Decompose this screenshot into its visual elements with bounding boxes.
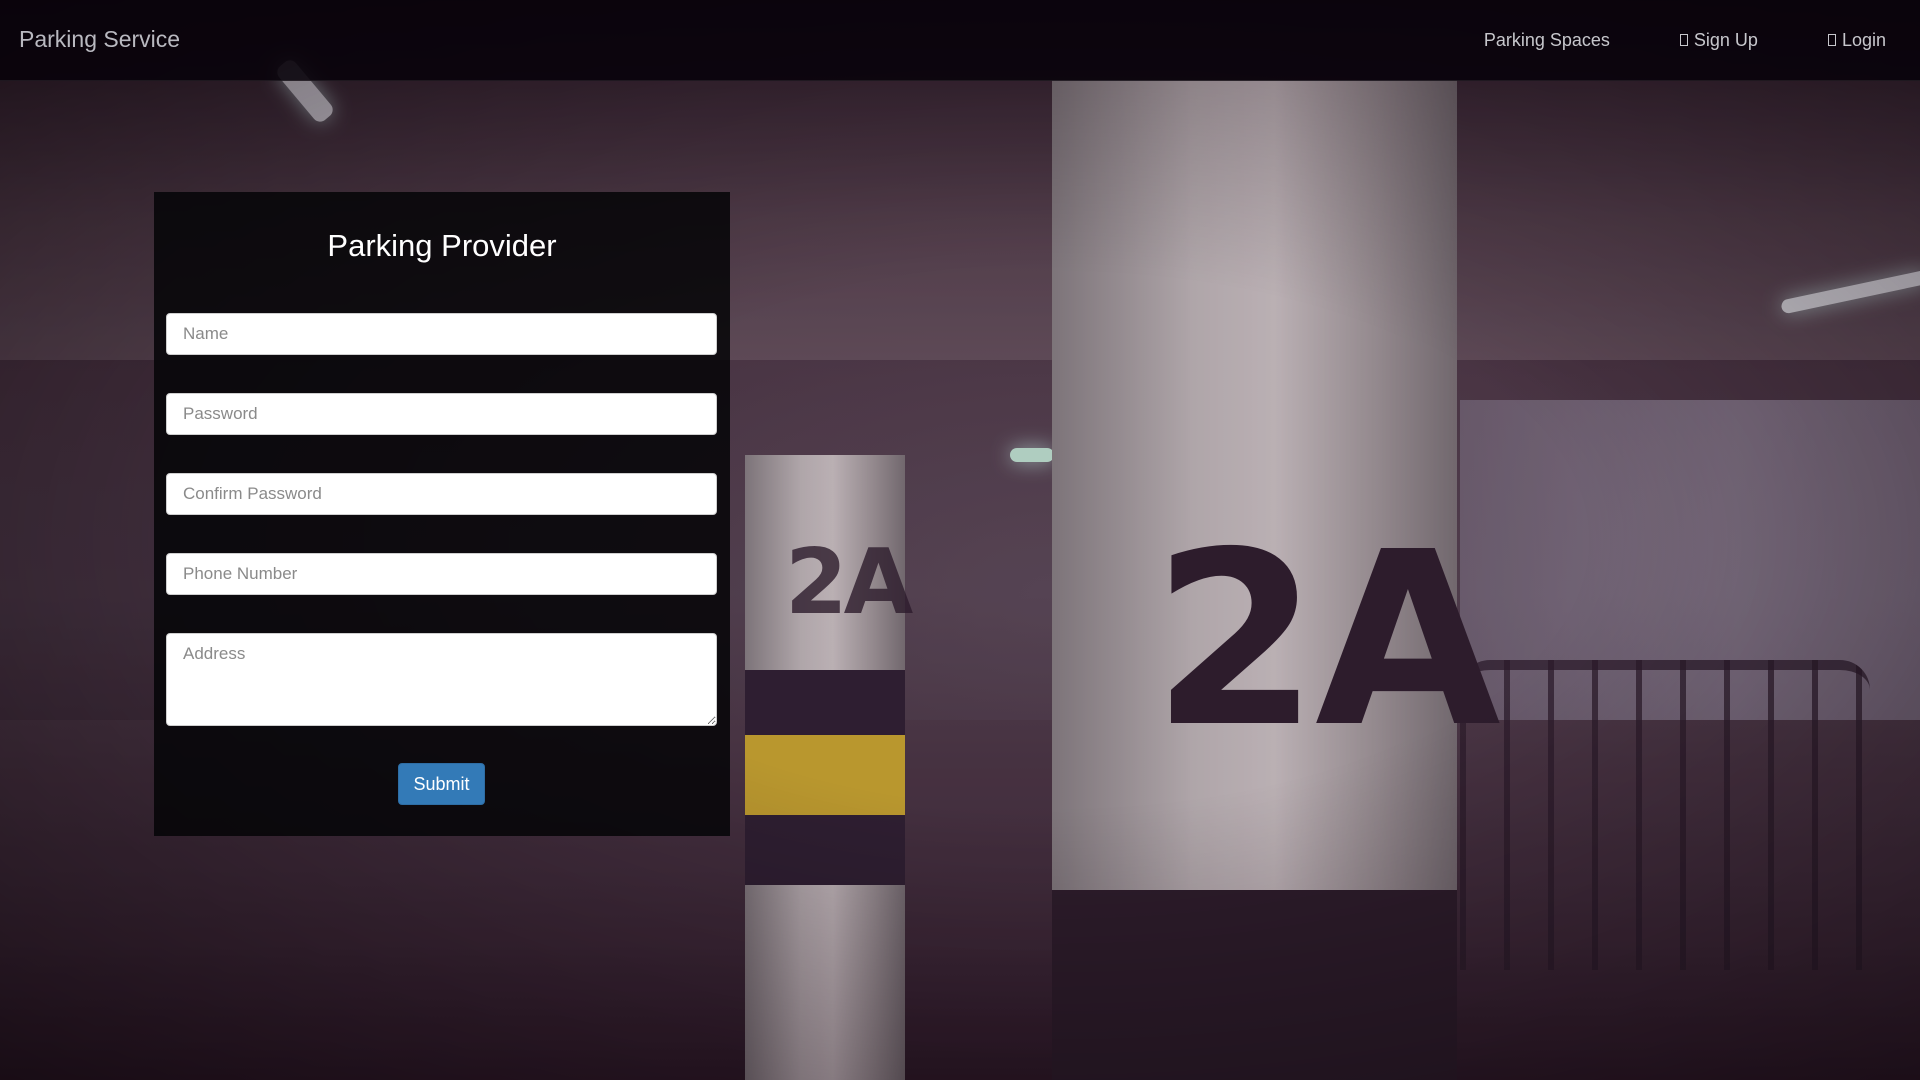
phone-number-input[interactable] [166, 553, 717, 595]
nav-label: Login [1841, 29, 1886, 50]
nav-parking-spaces[interactable]: Parking Spaces [1484, 30, 1610, 51]
nav-sign-up[interactable]: Sign Up [1679, 29, 1758, 51]
login-icon [1827, 34, 1836, 46]
nav-label: Parking Spaces [1483, 29, 1610, 50]
user-icon [1679, 34, 1688, 46]
form-title: Parking Provider [327, 228, 557, 263]
confirm-password-input[interactable] [166, 473, 717, 515]
navbar: Parking Service Parking Spaces Sign Up L… [0, 0, 1920, 81]
registration-panel: Parking Provider Submit [154, 192, 730, 836]
nav-label: Sign Up [1693, 29, 1758, 50]
nav-menu: Parking Spaces Sign Up Login [1414, 0, 1920, 80]
address-textarea[interactable] [166, 633, 717, 726]
password-input[interactable] [166, 393, 717, 435]
brand-link[interactable]: Parking Service [19, 26, 180, 53]
nav-login[interactable]: Login [1827, 29, 1886, 51]
name-input[interactable] [166, 313, 717, 355]
submit-button[interactable]: Submit [398, 763, 485, 805]
